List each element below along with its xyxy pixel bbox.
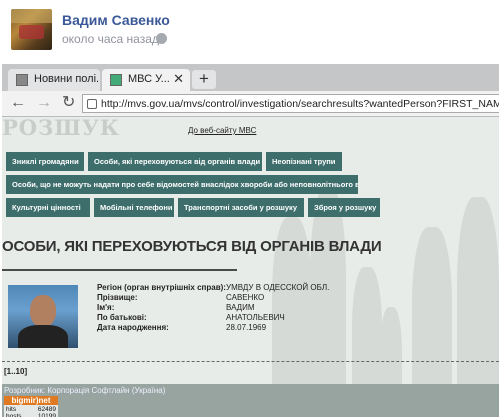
web-page: РОЗШУК До веб-сайту МВС Зниклі громадяни… (2, 117, 499, 417)
site-logo[interactable]: РОЗШУК (2, 117, 120, 140)
tab-mvs[interactable]: МВС У... ✕ (102, 69, 190, 91)
nav-weapons[interactable]: Зброя у розшуку (308, 198, 380, 217)
counter-value: 62489 (37, 406, 56, 413)
url-text: http://mvs.gov.ua/mvs/control/investigat… (101, 98, 499, 110)
globe-icon[interactable] (156, 33, 167, 44)
nav-unable-persons[interactable]: Особи, що не можуть надати про себе відо… (6, 175, 358, 194)
page-title: ОСОБИ, ЯКІ ПЕРЕХОВУЮТЬСЯ ВІД ОРГАНІВ ВЛА… (2, 238, 382, 255)
page-icon (16, 74, 28, 86)
divider (2, 361, 499, 362)
back-icon[interactable]: ← (10, 95, 26, 111)
reload-icon[interactable]: ↻ (62, 95, 75, 111)
counter-logo: bigmir)net (4, 396, 58, 405)
counter-row: hits 62489 (6, 406, 56, 413)
page-icon (110, 74, 122, 86)
avatar[interactable] (11, 9, 52, 50)
home-link[interactable]: До веб-сайту МВС (188, 126, 256, 135)
field-surname-label: Прізвище: (97, 293, 138, 302)
post-author-name[interactable]: Вадим Савенко (62, 12, 170, 28)
browser-tab-bar: Новини полі... МВС У... ✕ + (2, 64, 499, 91)
site-footer: Розробник: Корпорація Софтлайн (Україна)… (2, 384, 499, 417)
nav-missing-citizens[interactable]: Зниклі громадяни (6, 152, 84, 171)
tab-label: МВС У... (128, 73, 170, 85)
nav-vehicles[interactable]: Транспортні засоби у розшуку (178, 198, 304, 217)
counter-row: hosts 10199 (6, 413, 56, 417)
field-birthdate-value: 28.07.1969 (226, 323, 267, 332)
visit-counter[interactable]: bigmir)net hits 62489 hosts 10199 (4, 396, 58, 417)
field-surname-value: САВЕНКО (226, 293, 265, 302)
nav-unidentified-bodies[interactable]: Неопізнані трупи (266, 152, 342, 171)
field-name-value: ВАДИМ (226, 303, 255, 312)
field-patronymic-value: АНАТОЛЬЕВИЧ (226, 313, 285, 322)
field-region-value: УМВДУ В ОДЕССКОЙ ОБЛ. (226, 283, 330, 292)
field-name-label: Ім'я: (97, 303, 115, 312)
new-tab-button[interactable]: + (192, 70, 216, 89)
post-header: Вадим Савенко около часа назад (0, 0, 499, 62)
shared-screenshot[interactable]: Новини полі... МВС У... ✕ + ← → ↻ http:/… (2, 64, 499, 417)
counter-value: 10199 (37, 413, 56, 417)
post-timestamp[interactable]: около часа назад (62, 32, 159, 46)
address-bar[interactable]: http://mvs.gov.ua/mvs/control/investigat… (82, 94, 499, 113)
background-silhouettes (272, 177, 499, 417)
nav-cultural-values[interactable]: Культурні цінності (6, 198, 90, 217)
field-birthdate-label: Дата народження: (97, 323, 169, 332)
field-patronymic-label: По батькові: (97, 313, 147, 322)
nav-fugitives[interactable]: Особи, які переховуються від органів вла… (88, 152, 262, 171)
counter-label: hits (6, 406, 17, 413)
field-region-label: Регіон (орган внутрішніх справ): (97, 283, 226, 292)
page-info-icon[interactable] (87, 99, 97, 109)
developer-credit: Розробник: Корпорація Софтлайн (Україна) (4, 386, 166, 395)
pagination[interactable]: [1..10] (4, 367, 27, 376)
title-underline (2, 269, 237, 271)
counter-label: hosts (6, 413, 22, 417)
tab-label: Новини полі... (34, 73, 100, 85)
tab-news[interactable]: Новини полі... (8, 69, 100, 91)
forward-icon[interactable]: → (36, 95, 52, 111)
browser-toolbar: ← → ↻ http://mvs.gov.ua/mvs/control/inve… (2, 91, 499, 117)
nav-mobile-phones[interactable]: Мобільні телефони (94, 198, 174, 217)
person-photo[interactable] (8, 285, 78, 348)
close-icon[interactable]: ✕ (173, 71, 184, 87)
